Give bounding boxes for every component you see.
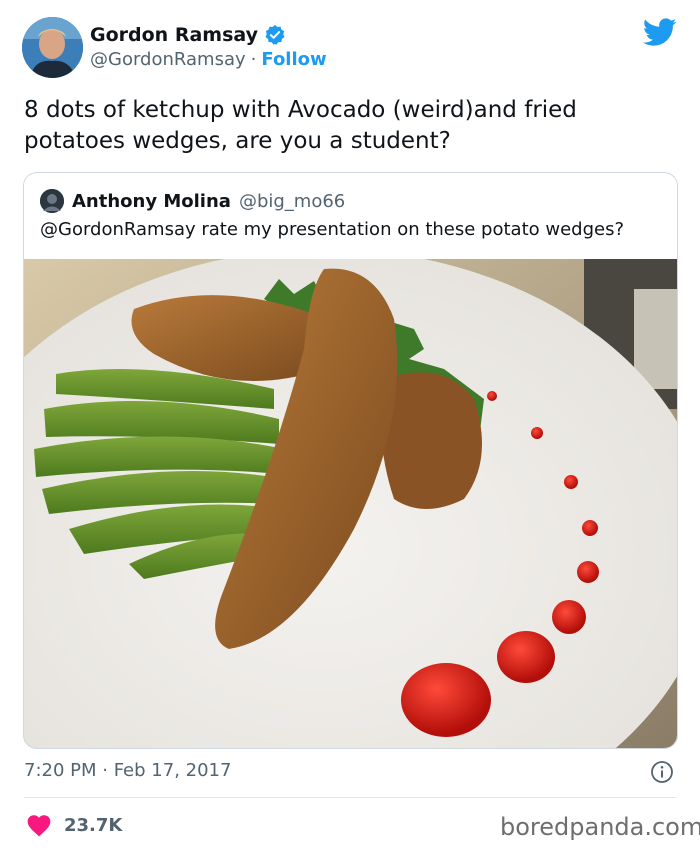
tweet-text-line: potatoes wedges, are you a student?	[24, 128, 451, 154]
heart-icon[interactable]	[26, 813, 52, 837]
divider	[24, 797, 676, 798]
quoted-tweet[interactable]: Anthony Molina @big_mo66 @GordonRamsay r…	[23, 172, 678, 749]
tweet-text-line: 8 dots of ketchup with Avocado (weird)an…	[24, 97, 577, 123]
quoted-author-name[interactable]: Anthony Molina	[72, 191, 231, 212]
follow-button[interactable]: Follow	[261, 49, 326, 70]
author-avatar[interactable]	[22, 17, 83, 78]
like-group[interactable]: 23.7K	[26, 813, 122, 837]
tweet-timestamp[interactable]: 7:20 PM · Feb 17, 2017	[24, 760, 231, 781]
author-name[interactable]: Gordon Ramsay	[90, 24, 258, 46]
quoted-tweet-header: Anthony Molina @big_mo66	[40, 189, 345, 213]
quoted-author-handle[interactable]: @big_mo66	[239, 191, 345, 212]
verified-badge-icon	[264, 24, 286, 46]
author-handle[interactable]: @GordonRamsay	[90, 49, 246, 70]
separator: ·	[250, 49, 257, 70]
quoted-tweet-text: @GordonRamsay rate my presentation on th…	[40, 219, 625, 240]
author-name-row: Gordon Ramsay	[90, 22, 286, 48]
source-watermark: boredpanda.com	[500, 813, 700, 841]
quoted-author-avatar	[40, 189, 64, 213]
author-handle-row: @GordonRamsay · Follow	[90, 49, 327, 70]
food-photo[interactable]	[24, 249, 677, 748]
tweet-text: 8 dots of ketchup with Avocado (weird)an…	[24, 95, 674, 157]
tweet-card: Gordon Ramsay @GordonRamsay · Follow 8 dot…	[0, 0, 700, 851]
like-count: 23.7K	[64, 814, 123, 836]
twitter-bird-icon[interactable]	[643, 18, 677, 48]
info-icon[interactable]	[650, 760, 674, 784]
